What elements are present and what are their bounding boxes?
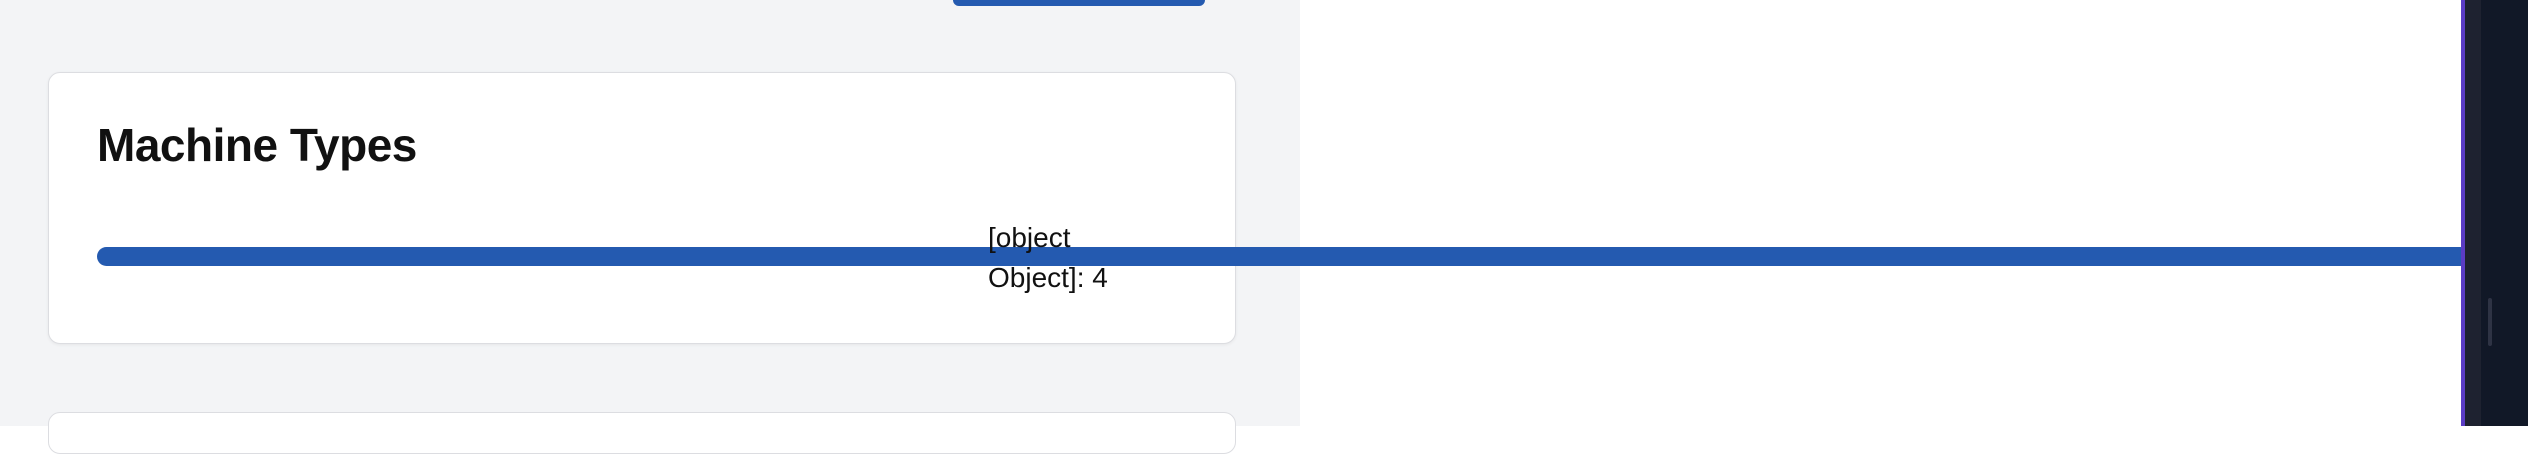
- bar-label: [object Object]: 4: [988, 222, 1108, 293]
- sidebar-edge: [2465, 0, 2481, 426]
- machine-type-bar: [97, 247, 2461, 266]
- next-card: [48, 412, 1236, 454]
- machine-types-card: [48, 72, 1236, 344]
- dark-sidebar: [2481, 0, 2528, 426]
- card-title: Machine Types: [97, 119, 417, 171]
- resize-handle[interactable]: [2488, 298, 2492, 346]
- content-panel: [0, 0, 1300, 454]
- top-button[interactable]: [953, 0, 1205, 6]
